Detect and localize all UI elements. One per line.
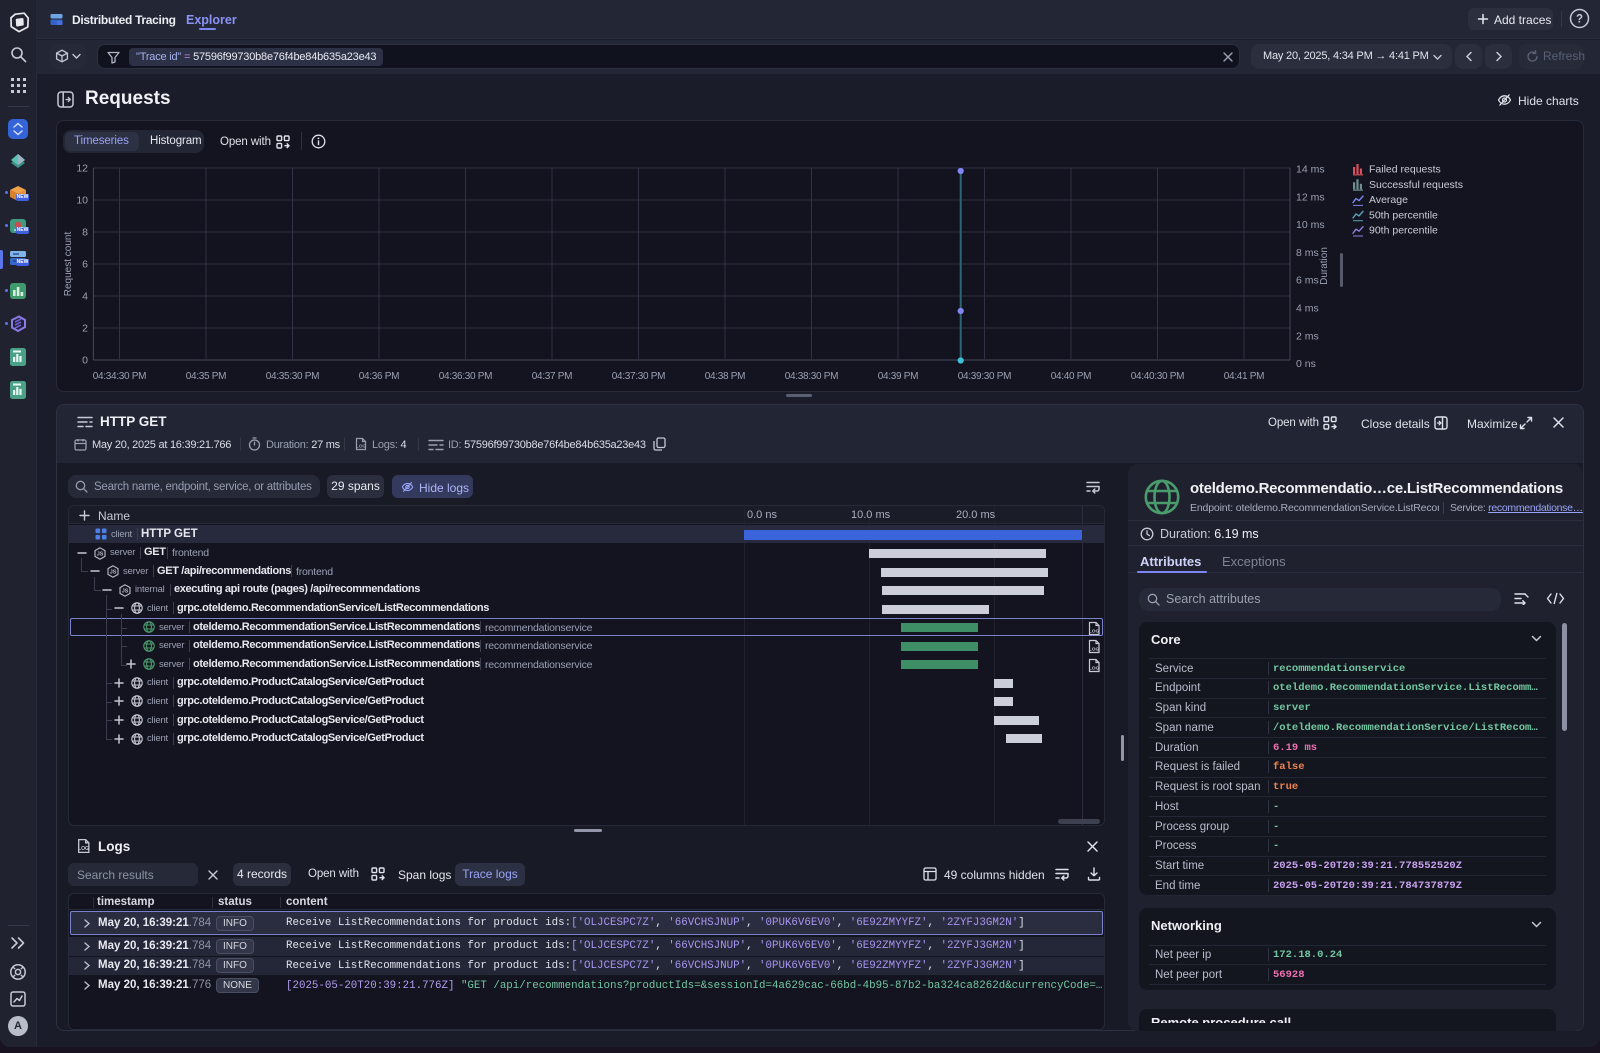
svg-text:04:38:30 PM: 04:38:30 PM: [785, 371, 838, 382]
svg-text:04:35 PM: 04:35 PM: [186, 371, 226, 382]
svg-text:04:36:30 PM: 04:36:30 PM: [439, 371, 492, 382]
svg-text:Request count: Request count: [63, 232, 74, 297]
svg-text:Failed requests: Failed requests: [1369, 164, 1441, 176]
svg-text:JS: JS: [110, 570, 117, 576]
svg-text:8: 8: [82, 227, 88, 239]
svg-text:04:35:30 PM: 04:35:30 PM: [266, 371, 319, 382]
svg-text:04:34:30 PM: 04:34:30 PM: [93, 371, 146, 382]
svg-text:04:40 PM: 04:40 PM: [1051, 371, 1091, 382]
svg-text:JS: JS: [97, 551, 104, 557]
svg-text:LOG: LOG: [1089, 665, 1100, 671]
svg-text:04:36 PM: 04:36 PM: [359, 371, 399, 382]
svg-text:10 ms: 10 ms: [1296, 219, 1325, 231]
svg-text:04:40:30 PM: 04:40:30 PM: [1131, 371, 1184, 382]
svg-text:0: 0: [82, 355, 88, 367]
svg-text:2 ms: 2 ms: [1296, 330, 1319, 342]
svg-text:04:37 PM: 04:37 PM: [532, 371, 572, 382]
svg-text:6: 6: [82, 259, 88, 271]
svg-text:04:39 PM: 04:39 PM: [878, 371, 918, 382]
svg-text:10: 10: [76, 195, 88, 207]
svg-text:2: 2: [82, 323, 88, 335]
svg-text:4 ms: 4 ms: [1296, 303, 1319, 315]
svg-text:LOG: LOG: [78, 846, 89, 852]
svg-text:Successful requests: Successful requests: [1369, 179, 1463, 191]
svg-text:Average: Average: [1369, 194, 1408, 206]
svg-text:0 ns: 0 ns: [1296, 358, 1316, 370]
svg-text:JS: JS: [122, 588, 129, 594]
svg-text:4: 4: [82, 291, 88, 303]
svg-text:8 ms: 8 ms: [1296, 247, 1319, 259]
svg-text:12 ms: 12 ms: [1296, 191, 1325, 203]
svg-text:LOG: LOG: [1089, 628, 1100, 634]
svg-text:90th percentile: 90th percentile: [1369, 225, 1438, 237]
svg-text:04:38 PM: 04:38 PM: [705, 371, 745, 382]
svg-text:04:39:30 PM: 04:39:30 PM: [958, 371, 1011, 382]
svg-text:LOG: LOG: [356, 444, 366, 449]
svg-text:50th percentile: 50th percentile: [1369, 209, 1438, 221]
svg-text:14 ms: 14 ms: [1296, 164, 1325, 176]
svg-text:6 ms: 6 ms: [1296, 275, 1319, 287]
svg-text:12: 12: [76, 163, 88, 175]
svg-text:04:37:30 PM: 04:37:30 PM: [612, 371, 665, 382]
svg-text:LOG: LOG: [1089, 646, 1100, 652]
svg-text:Duration: Duration: [1319, 247, 1330, 285]
svg-text:04:41 PM: 04:41 PM: [1224, 371, 1264, 382]
